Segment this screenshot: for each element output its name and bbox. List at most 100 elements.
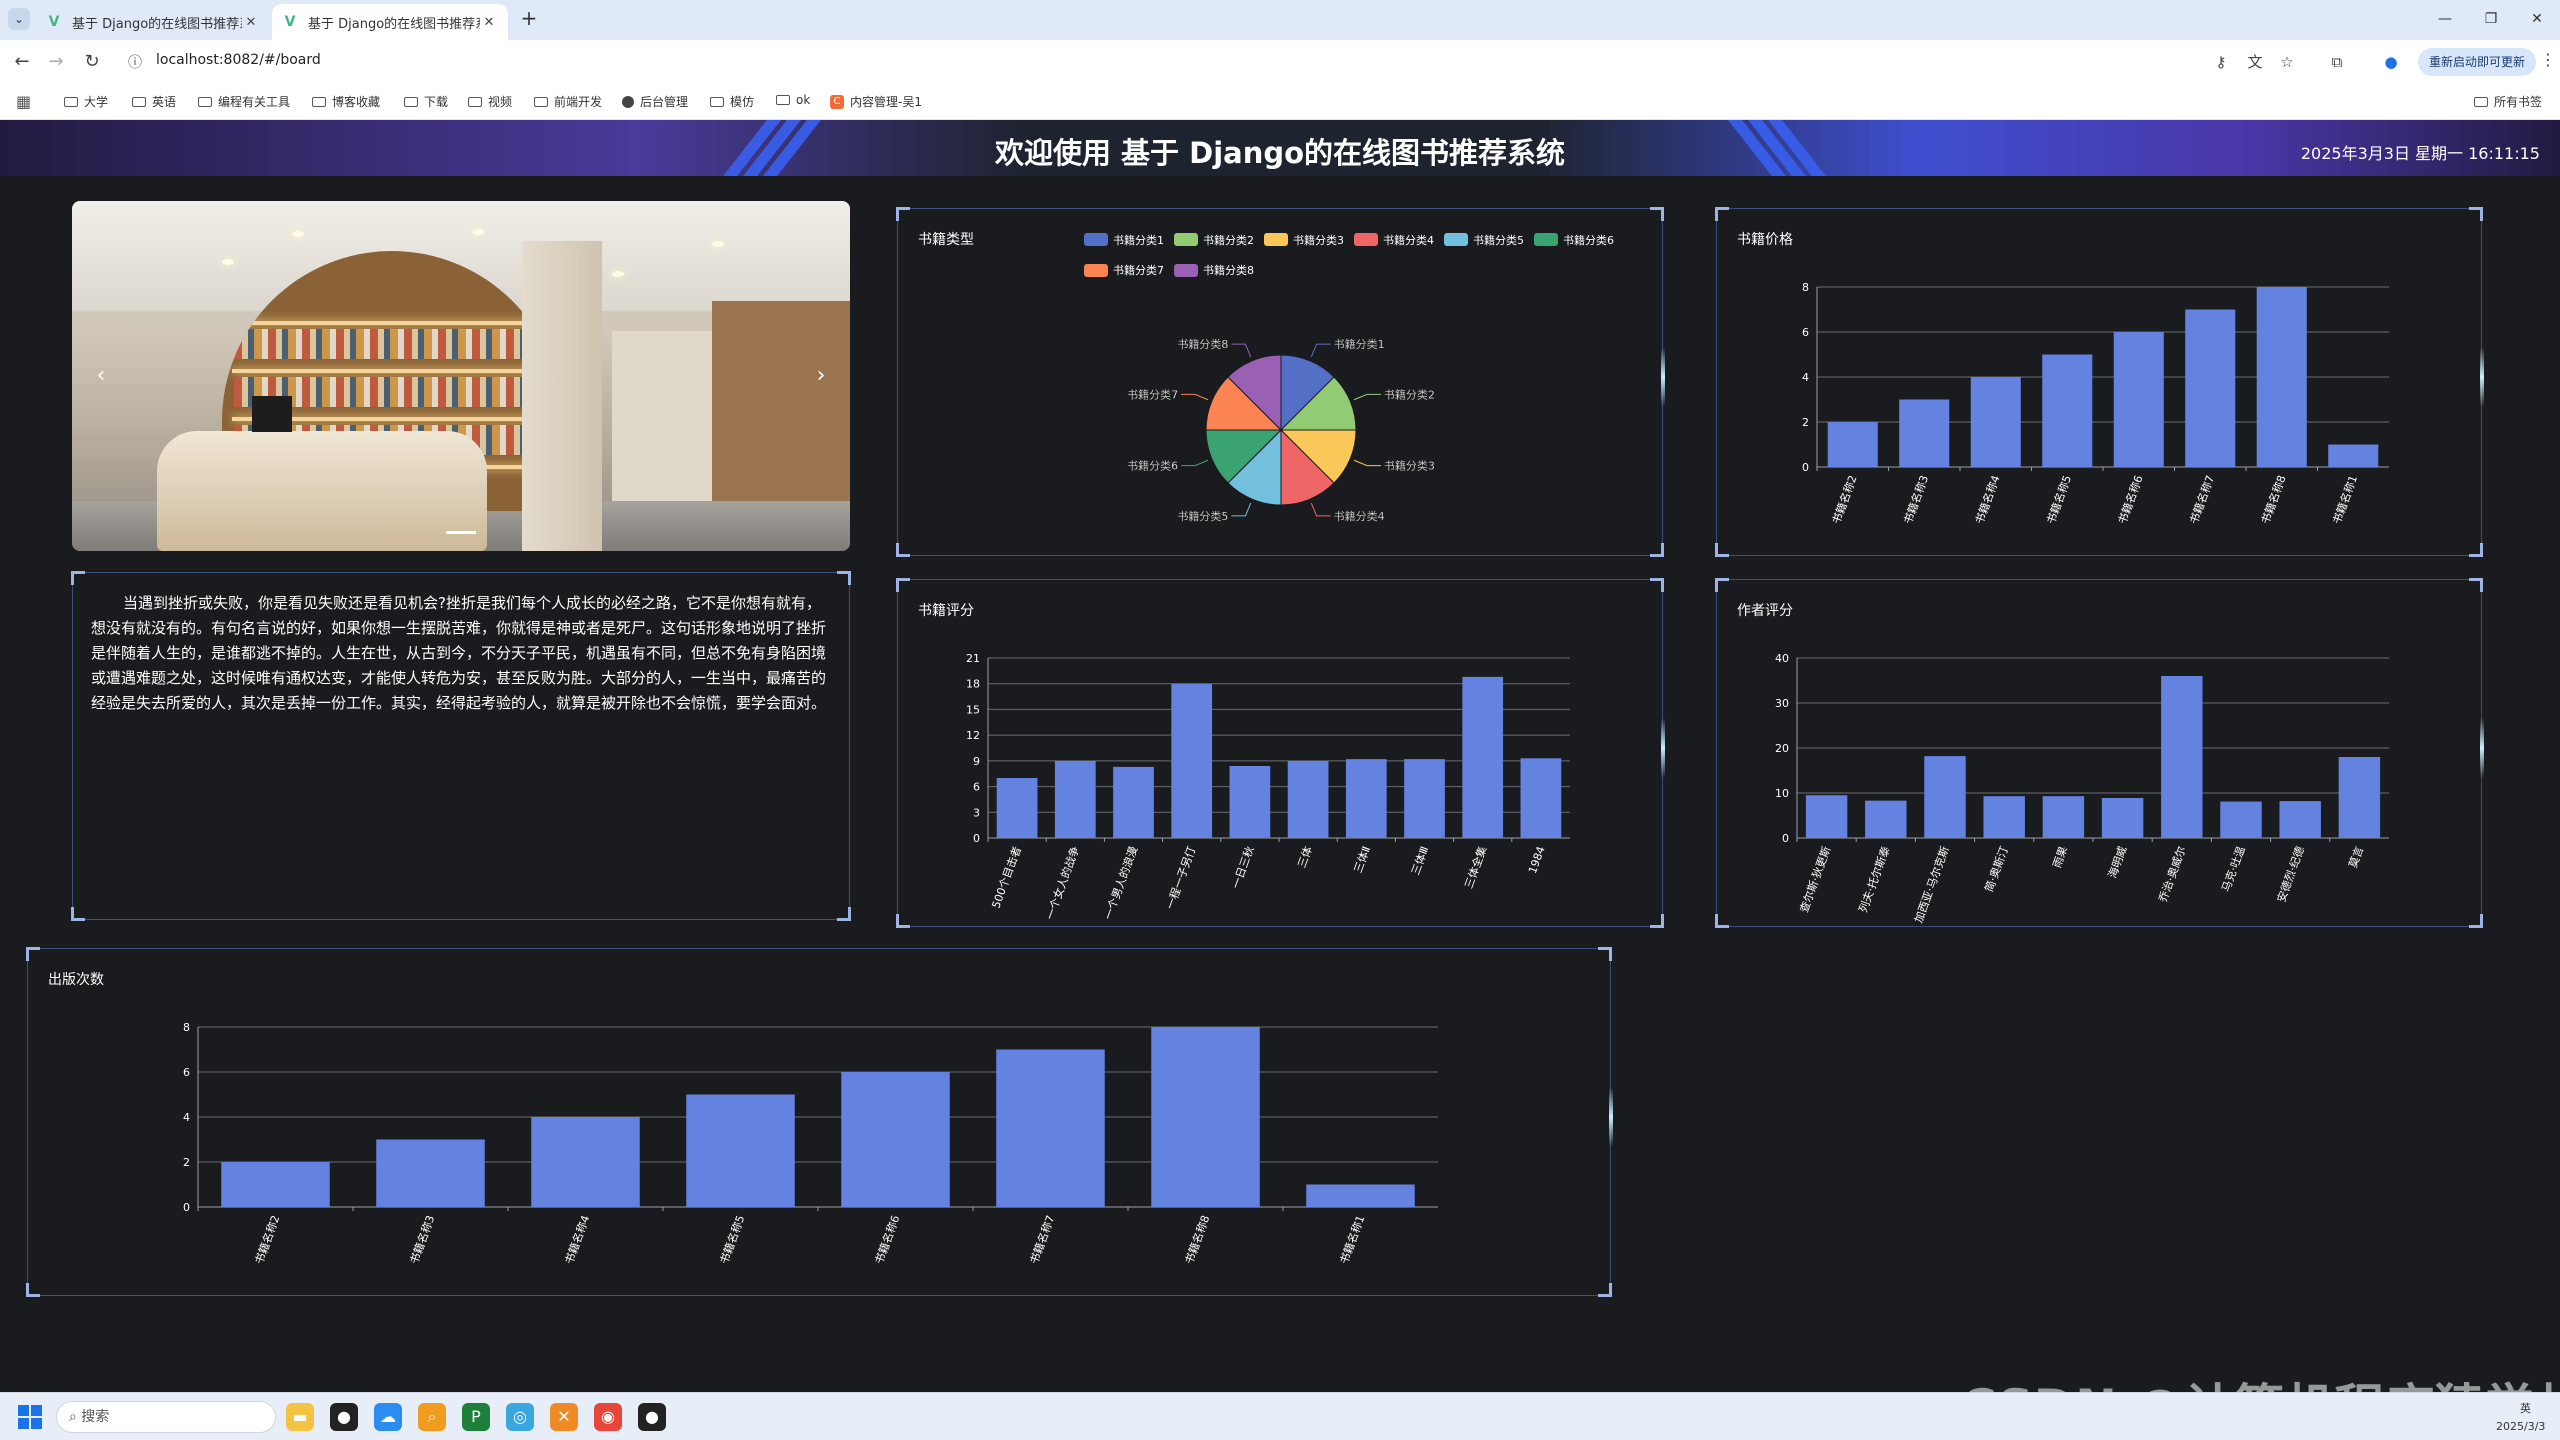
bookmark-link[interactable]: 后台管理 <box>622 93 688 110</box>
all-bookmarks-folder[interactable]: 所有书签 <box>2474 93 2542 110</box>
book-rating-chart-panel: 书籍评分 0 3 6 9 12 15 18 21 500个目击者 一个女人的战争 一个男人的浪漫 一程… <box>896 578 1665 928</box>
bookmark-folder[interactable]: 编程有关工具 <box>198 93 290 110</box>
pie-label-line <box>1353 393 1381 401</box>
translate-icon[interactable]: 文 <box>2244 51 2266 73</box>
browser-tab-1[interactable]: V 基于 Django的在线图书推荐系 ✕ <box>36 4 270 40</box>
browser-app-icon[interactable]: ◎ <box>506 1403 534 1431</box>
bookmark-folder[interactable]: 模仿 <box>710 93 754 110</box>
cloud-icon[interactable]: ☁ <box>374 1403 402 1431</box>
x-tick-label: 加西亚·马尔克斯 <box>1912 845 1952 925</box>
record-app-icon[interactable]: ● <box>638 1403 666 1431</box>
site-info-icon[interactable]: ⓘ <box>128 52 142 72</box>
bookmark-star-icon[interactable]: ☆ <box>2276 51 2298 73</box>
minimize-button[interactable]: — <box>2430 8 2460 30</box>
dashboard-page: 欢迎使用 基于 Django的在线图书推荐系统 2025年3月3日 星期一 16… <box>0 120 2560 1392</box>
bar <box>1827 422 1878 467</box>
forward-arrow-icon[interactable]: → <box>44 50 68 74</box>
profile-icon[interactable]: ● <box>2380 51 2402 73</box>
chrome-icon[interactable]: ◉ <box>594 1403 622 1431</box>
tab-search-icon[interactable]: ⌄ <box>8 8 30 30</box>
bookmark-folder[interactable]: 英语 <box>132 93 176 110</box>
new-tab-button[interactable]: + <box>518 8 540 30</box>
shelf-light <box>232 369 552 373</box>
x-tick-label: 书籍名称1 <box>1337 1213 1368 1266</box>
pie-chart: 书籍分类1 书籍分类2 书籍分类3 书籍分类4 书籍分类5 书籍分类6 书籍分类7 书籍分类8 <box>1127 337 1435 523</box>
image-carousel[interactable]: ‹ › <box>72 201 850 551</box>
book-type-chart-panel: 书籍类型 书籍分类1 书籍分类2 书籍分类3 书籍分类4 书籍分类5 书籍分类6 书籍分类7… <box>896 207 1665 557</box>
x-tick-label: 海明威 <box>2105 844 2129 880</box>
tab-title: 基于 Django的在线图书推荐系 <box>72 16 242 32</box>
pie-label-line <box>1231 502 1252 517</box>
update-button[interactable]: 重新启动即可更新 <box>2418 48 2536 76</box>
bar <box>2042 354 2093 467</box>
password-key-icon[interactable]: ⚷ <box>2210 51 2232 73</box>
file-explorer-icon[interactable]: ▬ <box>286 1403 314 1431</box>
back-arrow-icon[interactable]: ← <box>10 50 34 74</box>
y-tick-label: 18 <box>966 678 980 691</box>
browser-tab-2[interactable]: V 基于 Django的在线图书推荐系 ✕ <box>272 4 508 40</box>
x-tick-label: 书籍名称2 <box>252 1213 283 1266</box>
y-tick-label: 6 <box>973 781 980 794</box>
tray-language[interactable]: 英 <box>2520 1400 2531 1416</box>
bar <box>2328 444 2379 467</box>
bookmark-folder[interactable]: 博客收藏 <box>312 93 380 110</box>
search-tool-icon[interactable]: ⌕ <box>418 1403 446 1431</box>
pie-label: 书籍分类7 <box>1127 387 1178 401</box>
x-tick-label: 一程一子另仃 <box>1164 845 1199 911</box>
ceiling-light <box>222 259 234 265</box>
carousel-next-arrow-icon[interactable]: › <box>806 361 836 391</box>
folder-icon <box>312 96 326 107</box>
browser-tab-strip: ⌄ V 基于 Django的在线图书推荐系 ✕ V 基于 Django的在线图书… <box>0 0 2560 40</box>
bookmark-folder[interactable]: 视频 <box>468 93 512 110</box>
folder-icon <box>534 96 548 107</box>
x-tick-label: 书籍名称7 <box>1027 1213 1058 1266</box>
browser-menu-icon[interactable]: ⋮ <box>2540 50 2556 69</box>
pie-label-line <box>1353 459 1381 467</box>
x-tick-label: 马克·吐温 <box>2219 845 2247 894</box>
windows-start-icon[interactable] <box>18 1405 42 1429</box>
pie-label: 书籍分类3 <box>1384 459 1435 473</box>
bookmark-folder[interactable]: ok <box>776 93 810 107</box>
x-tick-label: 书籍名称3 <box>407 1213 438 1266</box>
bar <box>1404 759 1445 838</box>
bookmark-link[interactable]: C 内容管理-吴1 <box>830 93 922 110</box>
x-tick-label: 书籍名称4 <box>562 1213 593 1266</box>
reload-icon[interactable]: ↻ <box>80 50 104 74</box>
close-tab-icon[interactable]: ✕ <box>242 15 260 30</box>
close-tab-icon[interactable]: ✕ <box>480 15 498 30</box>
bar <box>1520 758 1562 838</box>
carousel-indicator[interactable] <box>446 531 476 534</box>
carousel-prev-arrow-icon[interactable]: ‹ <box>86 361 116 391</box>
vue-favicon-icon: V <box>48 14 60 30</box>
qq-icon[interactable]: ● <box>330 1403 358 1431</box>
bar <box>1151 1027 1260 1207</box>
ceiling-light <box>712 241 724 247</box>
x-tick-label: 书籍名称5 <box>2043 473 2074 526</box>
x-tick-label: 书籍名称7 <box>2186 473 2217 526</box>
bookmark-folder[interactable]: 大学 <box>64 93 108 110</box>
y-tick-label: 4 <box>183 1111 190 1124</box>
publish-count-chart-panel: 出版次数 0 2 4 6 8 书籍名称2 书籍名称3 书籍名称4 书籍名称5 书籍名称6 书籍名称7… <box>26 947 1613 1297</box>
tool-app-icon[interactable]: ✕ <box>550 1403 578 1431</box>
bookmark-folder[interactable]: 前端开发 <box>534 93 602 110</box>
bar <box>996 778 1038 838</box>
book-price-chart-panel: 书籍价格 0 2 4 6 8 书籍名称2 书籍名称3 书籍名称4 书籍名称5 书籍名称6 书籍名称7… <box>1715 207 2484 557</box>
y-tick-label: 0 <box>973 832 980 845</box>
extensions-icon[interactable]: ⧉ <box>2326 51 2348 73</box>
datetime-display: 2025年3月3日 星期一 16:11:15 <box>2300 144 2540 163</box>
bookmark-folder[interactable]: 下载 <box>404 93 448 110</box>
pycharm-icon[interactable]: P <box>462 1403 490 1431</box>
bar <box>1865 800 1907 838</box>
apps-grid-icon[interactable]: ▦ <box>16 92 31 111</box>
taskbar-search-input[interactable]: ⌕ 搜索 <box>56 1401 276 1433</box>
x-tick-label: 书籍名称5 <box>717 1213 748 1266</box>
ceiling-light <box>472 229 484 235</box>
pie-label: 书籍分类6 <box>1127 459 1178 473</box>
url-input[interactable]: localhost:8082/#/board <box>156 52 321 68</box>
y-tick-label: 2 <box>183 1156 190 1169</box>
bar <box>2279 801 2321 838</box>
close-window-button[interactable]: ✕ <box>2522 8 2552 30</box>
restore-button[interactable]: ❐ <box>2476 8 2506 30</box>
x-tick-label: 一日三秋 <box>1229 844 1257 890</box>
x-tick-label: 三体 <box>1294 844 1315 869</box>
